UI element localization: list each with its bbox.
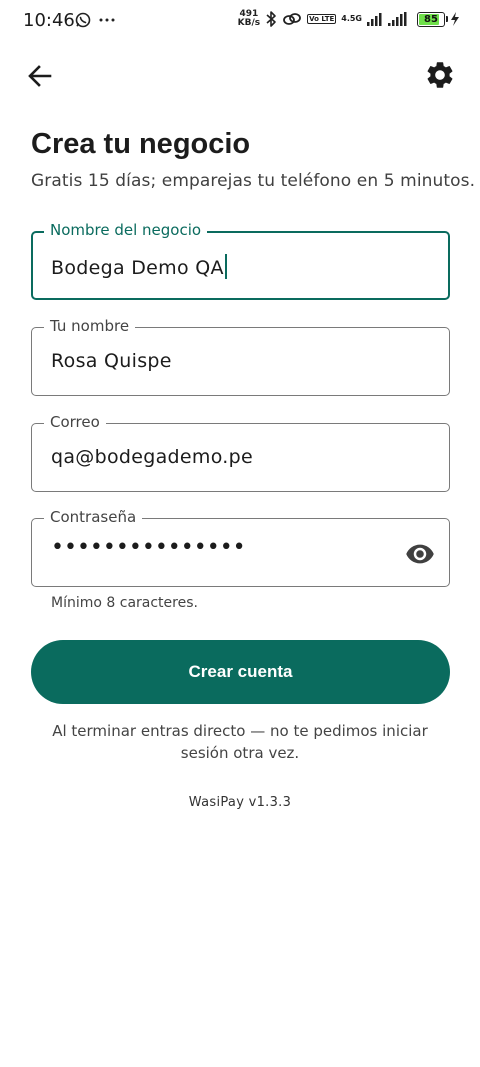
- email-field[interactable]: Correo qa@bodegademo.pe: [31, 413, 450, 492]
- email-label: Correo: [44, 413, 106, 431]
- create-business-screen: 10:46 491 KB/s Vo LTE 4.5G 85 Crea tu ne…: [0, 0, 480, 1067]
- gear-icon: [427, 62, 453, 88]
- arrow-back-icon: [28, 65, 52, 87]
- net-speed: 491 KB/s: [238, 10, 260, 28]
- email-input[interactable]: qa@bodegademo.pe: [51, 446, 253, 468]
- whatsapp-icon: [75, 12, 91, 28]
- your-name-field[interactable]: Tu nombre Rosa Quispe: [31, 317, 450, 396]
- bluetooth-icon: [266, 11, 276, 27]
- system-icons: 491 KB/s Vo LTE 4.5G 85: [238, 10, 460, 28]
- link-icon: [283, 13, 302, 25]
- net-speed-unit: KB/s: [237, 18, 261, 28]
- page-subtitle: Gratis 15 días; emparejas tu teléfono en…: [31, 171, 476, 191]
- signal-icon: [367, 13, 382, 26]
- password-label: Contraseña: [44, 508, 143, 526]
- battery-indicator: 85: [417, 11, 448, 27]
- business-name-label: Nombre del negocio: [44, 221, 208, 239]
- settings-button[interactable]: [424, 59, 456, 91]
- battery-cap: [446, 15, 448, 22]
- toggle-password-visibility-button[interactable]: [405, 539, 435, 569]
- network-type: 4.5G: [341, 14, 362, 23]
- app-version: WasiPay v1.3.3: [188, 795, 292, 810]
- password-input[interactable]: •••••••••••••••: [51, 535, 246, 560]
- business-name-field[interactable]: Nombre del negocio Bodega Demo QA: [31, 221, 450, 300]
- password-helper-text: Mínimo 8 caracteres.: [51, 595, 198, 611]
- signal-icon-2: [388, 12, 407, 26]
- battery-level: 85: [424, 13, 438, 25]
- status-bar: 10:46 491 KB/s Vo LTE 4.5G 85: [0, 0, 480, 44]
- charging-icon: [451, 12, 459, 26]
- text-cursor: [224, 254, 227, 279]
- your-name-input[interactable]: Rosa Quispe: [51, 350, 172, 372]
- create-account-button[interactable]: Crear cuenta: [31, 640, 450, 704]
- status-time: 10:46: [23, 10, 75, 31]
- volte-badge: Vo LTE: [307, 14, 337, 24]
- back-button[interactable]: [24, 60, 56, 92]
- business-name-value: Bodega Demo QA: [51, 257, 224, 279]
- login-note: Al terminar entras directo — no te pedim…: [52, 722, 428, 762]
- more-icon: [99, 18, 115, 22]
- your-name-label: Tu nombre: [44, 317, 136, 335]
- business-name-input[interactable]: Bodega Demo QA: [51, 254, 227, 279]
- notification-icons: [75, 12, 115, 28]
- password-field[interactable]: Contraseña •••••••••••••••: [31, 508, 450, 587]
- page-title: Crea tu negocio: [31, 128, 251, 160]
- eye-icon: [406, 544, 434, 564]
